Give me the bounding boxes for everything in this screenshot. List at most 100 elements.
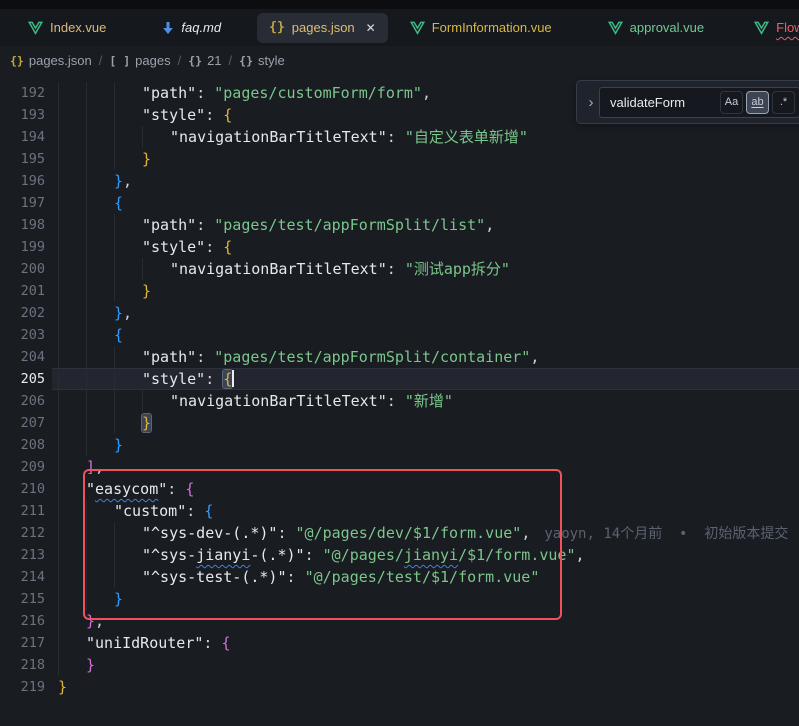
tab-label: FlowInfo.vu — [776, 20, 799, 35]
code-line[interactable]: 213"^sys-jianyi-(.*)": "@/pages/jianyi/$… — [0, 544, 799, 566]
code-text: "^sys-jianyi-(.*)": "@/pages/jianyi/$1/f… — [0, 544, 799, 566]
breadcrumb-separator: / — [178, 53, 182, 68]
code-line[interactable]: 194"navigationBarTitleText": "自定义表单新增" — [0, 126, 799, 148]
breadcrumb-separator: / — [99, 53, 103, 68]
code-text: "easycom": { — [0, 478, 799, 500]
code-line[interactable]: 214"^sys-test-(.*)": "@/pages/test/$1/fo… — [0, 566, 799, 588]
code-text: } — [0, 654, 799, 676]
code-line[interactable]: 216}, — [0, 610, 799, 632]
tab-label: FormInformation.vue — [432, 20, 552, 35]
tab-approval-vue[interactable]: approval.vue — [598, 13, 714, 43]
code-text: } — [0, 676, 799, 698]
code-line[interactable]: 218} — [0, 654, 799, 676]
find-toggle-match-case[interactable]: Aa — [720, 91, 743, 114]
code-text: "^sys-test-(.*)": "@/pages/test/$1/form.… — [0, 566, 799, 588]
close-icon[interactable]: ✕ — [366, 21, 376, 35]
code-line[interactable]: 197{ — [0, 192, 799, 214]
symbol-object-icon: {} — [239, 54, 253, 68]
symbol-array-icon: [ ] — [109, 54, 130, 68]
code-text: }, — [0, 170, 799, 192]
code-line[interactable]: 196}, — [0, 170, 799, 192]
tab-faq-md[interactable]: faq.md — [152, 13, 231, 43]
breadcrumb-item-21[interactable]: {} 21 — [188, 53, 221, 68]
window-top-strip — [0, 0, 799, 9]
tab-label: approval.vue — [630, 20, 704, 35]
code-line[interactable]: 215} — [0, 588, 799, 610]
code-text: "custom": { — [0, 500, 799, 522]
find-input-box: Aaab.* — [599, 87, 799, 118]
tab-label: faq.md — [181, 20, 221, 35]
code-line[interactable]: 209], — [0, 456, 799, 478]
tab-flowinfo-vu[interactable]: FlowInfo.vu — [744, 13, 799, 43]
vue-icon — [410, 21, 425, 35]
symbol-object-icon: {} — [188, 54, 202, 68]
code-editor[interactable]: 192"path": "pages/customForm/form",193"s… — [0, 75, 799, 726]
vue-icon — [28, 21, 43, 35]
breadcrumb-label: pages — [135, 53, 170, 68]
code-text: "navigationBarTitleText": "测试app拆分" — [0, 258, 799, 280]
code-line[interactable]: 203{ — [0, 324, 799, 346]
breadcrumb-item-pages[interactable]: [ ] pages — [109, 53, 170, 68]
code-line[interactable]: 201} — [0, 280, 799, 302]
tab-pages-json[interactable]: {} pages.json ✕ — [257, 13, 388, 43]
find-input[interactable] — [608, 94, 720, 111]
breadcrumb-label: pages.json — [29, 53, 92, 68]
code-text: }, — [0, 610, 799, 632]
code-text: } — [0, 412, 799, 434]
code-line[interactable]: 200"navigationBarTitleText": "测试app拆分" — [0, 258, 799, 280]
text-cursor — [232, 370, 234, 387]
git-blame-annotation: yaoyn, 14个月前 • 初始版本提交 — [544, 526, 788, 542]
code-line[interactable]: 211"custom": { — [0, 500, 799, 522]
code-line[interactable]: 210"easycom": { — [0, 478, 799, 500]
breadcrumb-separator: / — [229, 53, 233, 68]
code-line[interactable]: 206"navigationBarTitleText": "新增" — [0, 390, 799, 412]
breadcrumb-item-style[interactable]: {} style — [239, 53, 285, 68]
breadcrumb: {} pages.json / [ ] pages / {} 21 / {} style — [0, 46, 799, 75]
find-toggles: Aaab.* — [720, 91, 795, 114]
tab-forminformation-vue[interactable]: FormInformation.vue — [400, 13, 562, 43]
breadcrumb-label: 21 — [207, 53, 221, 68]
tab-label: pages.json — [292, 20, 355, 35]
tab-bar-tabs: Index.vue faq.md {} pages.json ✕ FormInformat… — [0, 13, 799, 43]
code-line[interactable]: 205"style": { — [0, 368, 799, 390]
code-text: "path": "pages/test/appFormSplit/contain… — [0, 346, 799, 368]
breadcrumb-label: style — [258, 53, 285, 68]
tab-index-vue[interactable]: Index.vue — [18, 13, 116, 43]
code-line[interactable]: 212"^sys-dev-(.*)": "@/pages/dev/$1/form… — [0, 522, 799, 544]
find-toggle-regex[interactable]: .* — [772, 91, 795, 114]
code-text: } — [0, 280, 799, 302]
code-line[interactable]: 208} — [0, 434, 799, 456]
code-text: } — [0, 588, 799, 610]
markdown-arrow-down-icon — [162, 21, 174, 35]
code-text: "style": { — [0, 368, 799, 390]
code-text: "navigationBarTitleText": "新增" — [0, 390, 799, 412]
code-text: } — [0, 148, 799, 170]
code-text: ], — [0, 456, 799, 478]
symbol-object-icon: {} — [10, 54, 24, 68]
code-line[interactable]: 204"path": "pages/test/appFormSplit/cont… — [0, 346, 799, 368]
code-lines: 192"path": "pages/customForm/form",193"s… — [0, 75, 799, 698]
code-line[interactable]: 217"uniIdRouter": { — [0, 632, 799, 654]
code-line[interactable]: 207} — [0, 412, 799, 434]
find-widget: › Aaab.* — [576, 80, 799, 124]
code-text: "style": { — [0, 236, 799, 258]
code-text: { — [0, 192, 799, 214]
breadcrumb-item-pages-json[interactable]: {} pages.json — [10, 53, 92, 68]
tab-label: Index.vue — [50, 20, 106, 35]
find-expand-chevron-icon[interactable]: › — [583, 94, 599, 111]
json-braces-icon: {} — [269, 20, 285, 35]
code-line[interactable]: 219} — [0, 676, 799, 698]
vscode-window: Index.vue faq.md {} pages.json ✕ FormInformat… — [0, 0, 799, 726]
code-text: "navigationBarTitleText": "自定义表单新增" — [0, 126, 799, 148]
code-line[interactable]: 199"style": { — [0, 236, 799, 258]
code-text: "path": "pages/test/appFormSplit/list", — [0, 214, 799, 236]
code-line[interactable]: 195} — [0, 148, 799, 170]
code-line[interactable]: 198"path": "pages/test/appFormSplit/list… — [0, 214, 799, 236]
code-text: { — [0, 324, 799, 346]
find-toggle-whole-word[interactable]: ab — [746, 91, 769, 114]
vue-icon — [754, 21, 769, 35]
code-line[interactable]: 202}, — [0, 302, 799, 324]
editor-tab-bar: Index.vue faq.md {} pages.json ✕ FormInformat… — [0, 9, 799, 46]
code-text: "^sys-dev-(.*)": "@/pages/dev/$1/form.vu… — [0, 522, 799, 545]
vue-icon — [608, 21, 623, 35]
